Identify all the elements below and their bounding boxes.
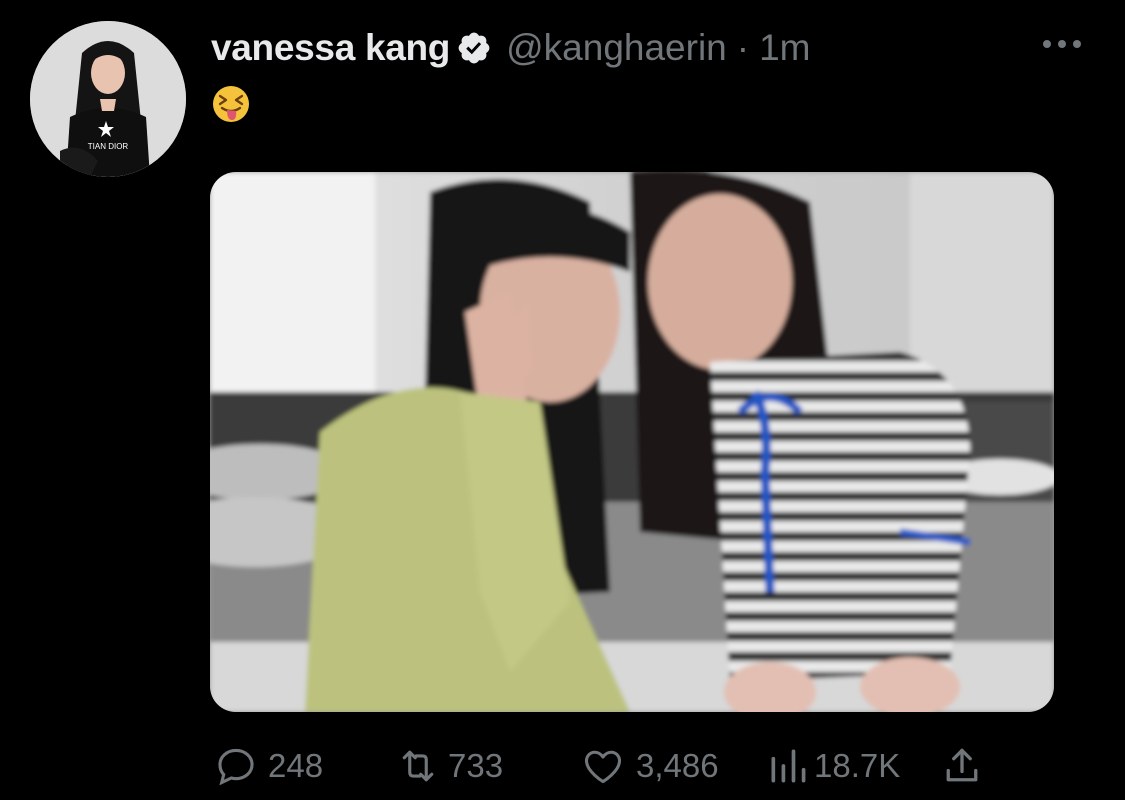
verified-badge-icon: [456, 30, 492, 66]
like-button[interactable]: 3,486: [580, 738, 719, 794]
tweet-photo[interactable]: [210, 172, 1054, 712]
retweet-icon: [392, 744, 444, 788]
tweet-timestamp[interactable]: 1m: [759, 27, 810, 69]
reply-button[interactable]: 248: [214, 738, 323, 794]
reply-count: 248: [268, 747, 324, 784]
share-button[interactable]: [940, 738, 984, 794]
reply-icon: [214, 744, 258, 788]
more-options-icon[interactable]: [1040, 35, 1084, 53]
photo-two-friends: [210, 172, 1054, 712]
like-count: 3,486: [636, 747, 719, 784]
avatar-photo: TIAN DIOR: [30, 21, 186, 177]
retweet-count: 733: [448, 747, 504, 784]
tweet-action-bar: 248 733 3,486 18.7K: [0, 738, 1125, 794]
like-icon: [580, 744, 626, 788]
share-icon: [940, 744, 984, 788]
profile-avatar[interactable]: TIAN DIOR: [30, 21, 186, 177]
squinting-face-with-tongue-emoji: [211, 84, 251, 124]
user-handle[interactable]: @kanghaerin: [506, 27, 727, 69]
display-name[interactable]: vanessa kang: [211, 27, 450, 69]
tweet-header: vanessa kang @kanghaerin · 1m: [211, 24, 811, 72]
views-button[interactable]: 18.7K: [766, 738, 900, 794]
views-count: 18.7K: [814, 747, 901, 784]
retweet-button[interactable]: 733: [392, 738, 503, 794]
header-separator: ·: [736, 27, 750, 68]
avatar-shirt-text: TIAN DIOR: [88, 142, 129, 151]
views-icon: [766, 744, 810, 788]
